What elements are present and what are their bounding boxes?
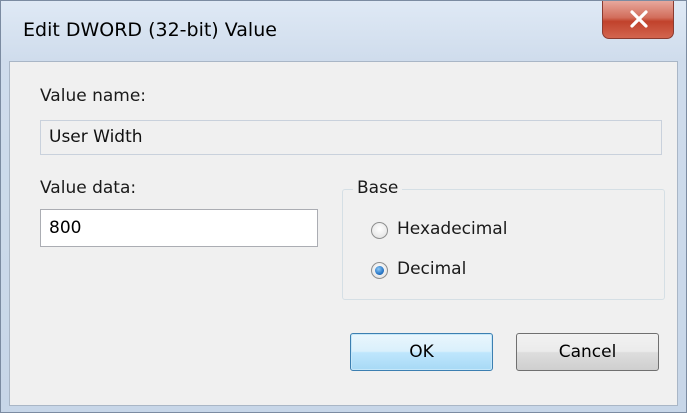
value-name-label: Value name: (40, 86, 147, 106)
radio-button-hexadecimal[interactable] (371, 222, 388, 239)
cancel-button[interactable]: Cancel (516, 333, 659, 371)
close-icon (630, 10, 648, 28)
radio-label-hexadecimal: Hexadecimal (397, 219, 508, 239)
radio-button-decimal[interactable] (371, 262, 388, 279)
value-name-field[interactable]: User Width (40, 120, 662, 155)
dialog-window: Edit DWORD (32-bit) Value Value name: Us… (0, 0, 687, 413)
value-data-input[interactable]: 800 (40, 209, 318, 247)
close-button[interactable] (602, 1, 674, 39)
dialog-content: Value name: User Width Value data: 800 B… (9, 61, 678, 406)
value-data-label: Value data: (40, 178, 137, 198)
base-group-title: Base (353, 178, 403, 198)
window-title: Edit DWORD (32-bit) Value (23, 19, 277, 41)
ok-button[interactable]: OK (350, 333, 493, 371)
radio-label-decimal: Decimal (397, 259, 467, 279)
title-bar[interactable]: Edit DWORD (32-bit) Value (1, 1, 686, 61)
radio-selected-dot (375, 266, 384, 275)
base-groupbox: Base Hexadecimal Decimal (342, 178, 665, 300)
